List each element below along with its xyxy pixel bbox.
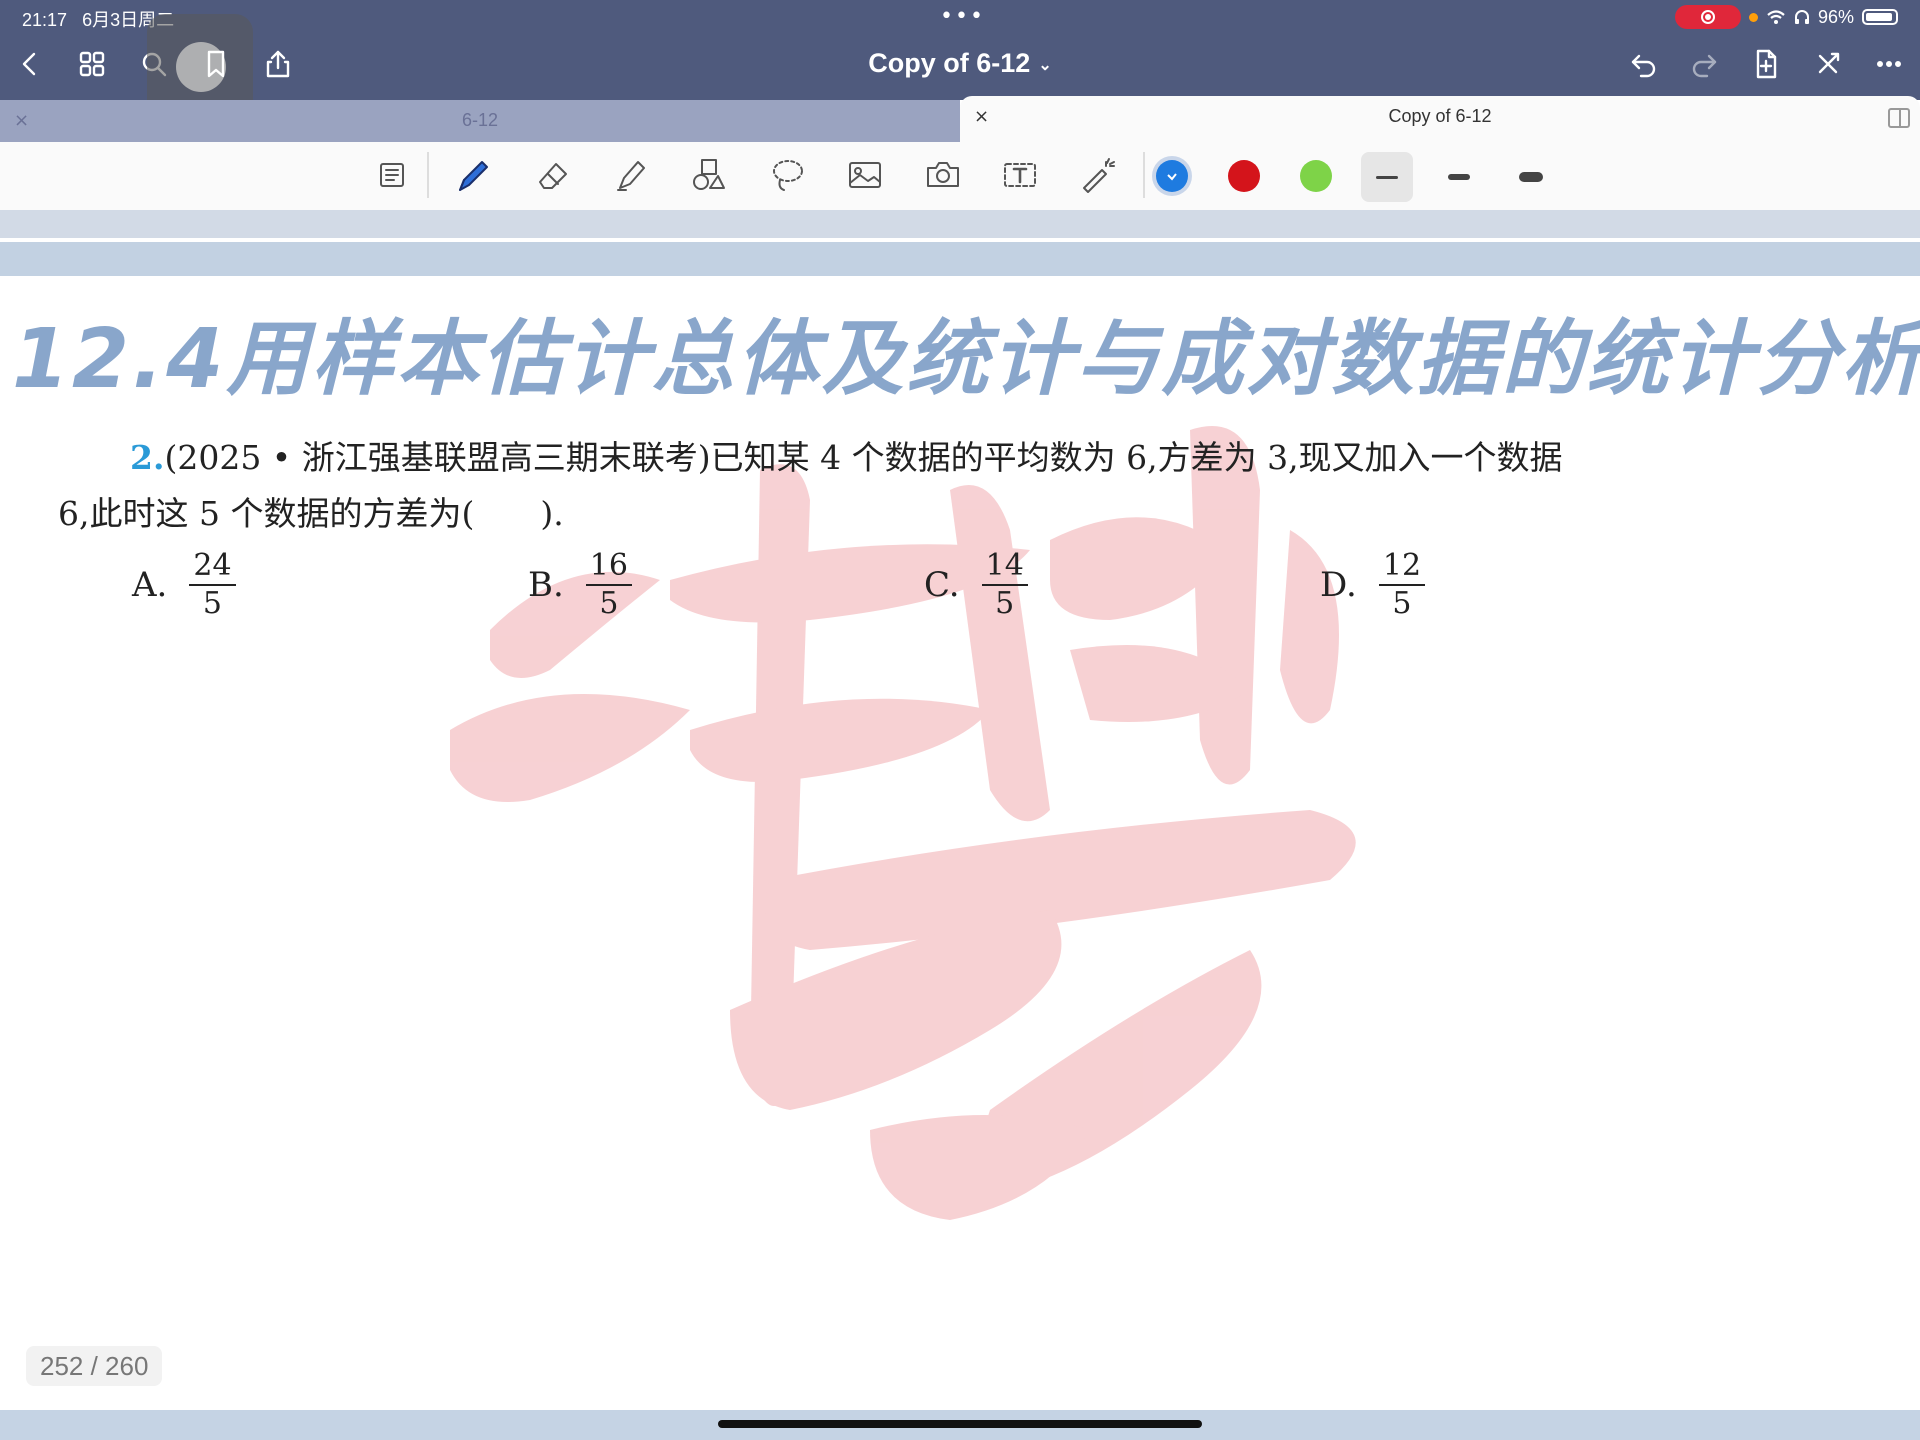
- question-text: (2025 • 浙江强基联盟高三期末联考)已知某 4 个数据的平均数为 6,方差…: [164, 438, 1563, 477]
- section-heading: 12.4用样本估计总体及统计与成对数据的统计分析: [12, 312, 1920, 407]
- eraser-icon[interactable]: [528, 150, 578, 200]
- option-label: B.: [528, 565, 564, 605]
- numerator: 16: [585, 548, 632, 586]
- option-label: D.: [1320, 565, 1357, 605]
- wifi-icon: [1767, 10, 1785, 24]
- headphones-icon: [1794, 10, 1809, 24]
- document-tabs: × 6-12 × Copy of 6-12: [0, 96, 1920, 142]
- toolbar-divider: [427, 152, 429, 198]
- pen-icon[interactable]: [448, 150, 498, 200]
- home-indicator[interactable]: [718, 1420, 1202, 1428]
- option-a[interactable]: A. 24 5: [132, 548, 236, 622]
- battery-icon: [1862, 9, 1898, 25]
- laser-pointer-icon[interactable]: [1072, 150, 1122, 200]
- tab-label: Copy of 6-12: [1388, 106, 1492, 126]
- document-title: Copy of 6-12: [868, 48, 1031, 78]
- tab-label: 6-12: [461, 110, 499, 130]
- tab-copy-of-6-12[interactable]: × Copy of 6-12: [960, 96, 1920, 142]
- option-c[interactable]: C. 14 5: [924, 548, 1028, 622]
- camera-icon[interactable]: [918, 150, 968, 200]
- fraction: 12 5: [1378, 548, 1426, 622]
- option-label: A.: [132, 565, 168, 605]
- denominator: 5: [599, 586, 619, 621]
- more-options-icon[interactable]: [1869, 44, 1909, 84]
- numerator: 12: [1378, 548, 1426, 586]
- stroke-width-medium[interactable]: [1433, 152, 1485, 202]
- fraction: 14 5: [981, 548, 1028, 622]
- question-text-continued: 6,此时这 5 个数据的方差为( ).: [58, 494, 564, 533]
- toolbar-divider: [1143, 152, 1145, 198]
- denominator: 5: [1392, 586, 1412, 621]
- question-number: 2.: [130, 438, 165, 477]
- question-block: 2.(2025 • 浙江强基联盟高三期末联考)已知某 4 个数据的平均数为 6,…: [58, 430, 1698, 542]
- fraction: 16 5: [585, 548, 632, 622]
- top-bar: 21:17 6月3日周二 ••• 96% Copy of 6-12 ⌄: [0, 0, 1920, 120]
- status-indicators: 96%: [1674, 4, 1898, 30]
- denominator: 5: [995, 586, 1015, 621]
- page-top-band: [0, 210, 1920, 238]
- color-swatch-red[interactable]: [1228, 160, 1260, 192]
- option-label: C.: [924, 565, 960, 605]
- close-editing-icon[interactable]: [1808, 44, 1848, 84]
- numerator: 14: [981, 548, 1028, 586]
- battery-percent: 96%: [1817, 6, 1854, 27]
- question-line-1: 2.(2025 • 浙江强基联盟高三期末联考)已知某 4 个数据的平均数为 6,…: [58, 430, 1698, 486]
- multitasking-dots-icon[interactable]: •••: [940, 4, 985, 29]
- scan-icon[interactable]: [368, 150, 418, 200]
- color-swatch-green[interactable]: [1300, 160, 1332, 192]
- undo-icon[interactable]: [1623, 44, 1663, 84]
- option-d[interactable]: D. 12 5: [1320, 548, 1426, 622]
- page-header-band: [0, 238, 1920, 276]
- numerator: 24: [189, 548, 236, 586]
- page-indicator[interactable]: 252 / 260: [26, 1346, 163, 1386]
- mic-indicator-icon: [1748, 12, 1758, 22]
- annotation-toolbar: [0, 142, 1920, 210]
- tab-6-12[interactable]: × 6-12: [0, 100, 960, 142]
- shapes-icon[interactable]: [684, 150, 734, 200]
- screen-recording-icon[interactable]: [1674, 5, 1741, 29]
- highlighter-icon[interactable]: [606, 150, 656, 200]
- redo-icon[interactable]: [1685, 44, 1725, 84]
- image-icon[interactable]: [840, 150, 890, 200]
- stroke-width-thick[interactable]: [1505, 152, 1557, 202]
- denominator: 5: [202, 586, 223, 621]
- clock: 21:17: [22, 10, 68, 30]
- fraction: 24 5: [189, 548, 236, 622]
- stroke-width-thin[interactable]: [1361, 152, 1413, 202]
- option-b[interactable]: B. 16 5: [528, 548, 632, 622]
- checkmark-icon: [1167, 173, 1177, 181]
- color-swatch-blue[interactable]: [1156, 160, 1188, 192]
- split-view-icon[interactable]: [1888, 108, 1910, 128]
- text-box-icon[interactable]: [995, 150, 1045, 200]
- add-page-icon[interactable]: [1746, 44, 1786, 84]
- lasso-icon[interactable]: [762, 150, 812, 200]
- chevron-down-icon: ⌄: [1038, 56, 1052, 74]
